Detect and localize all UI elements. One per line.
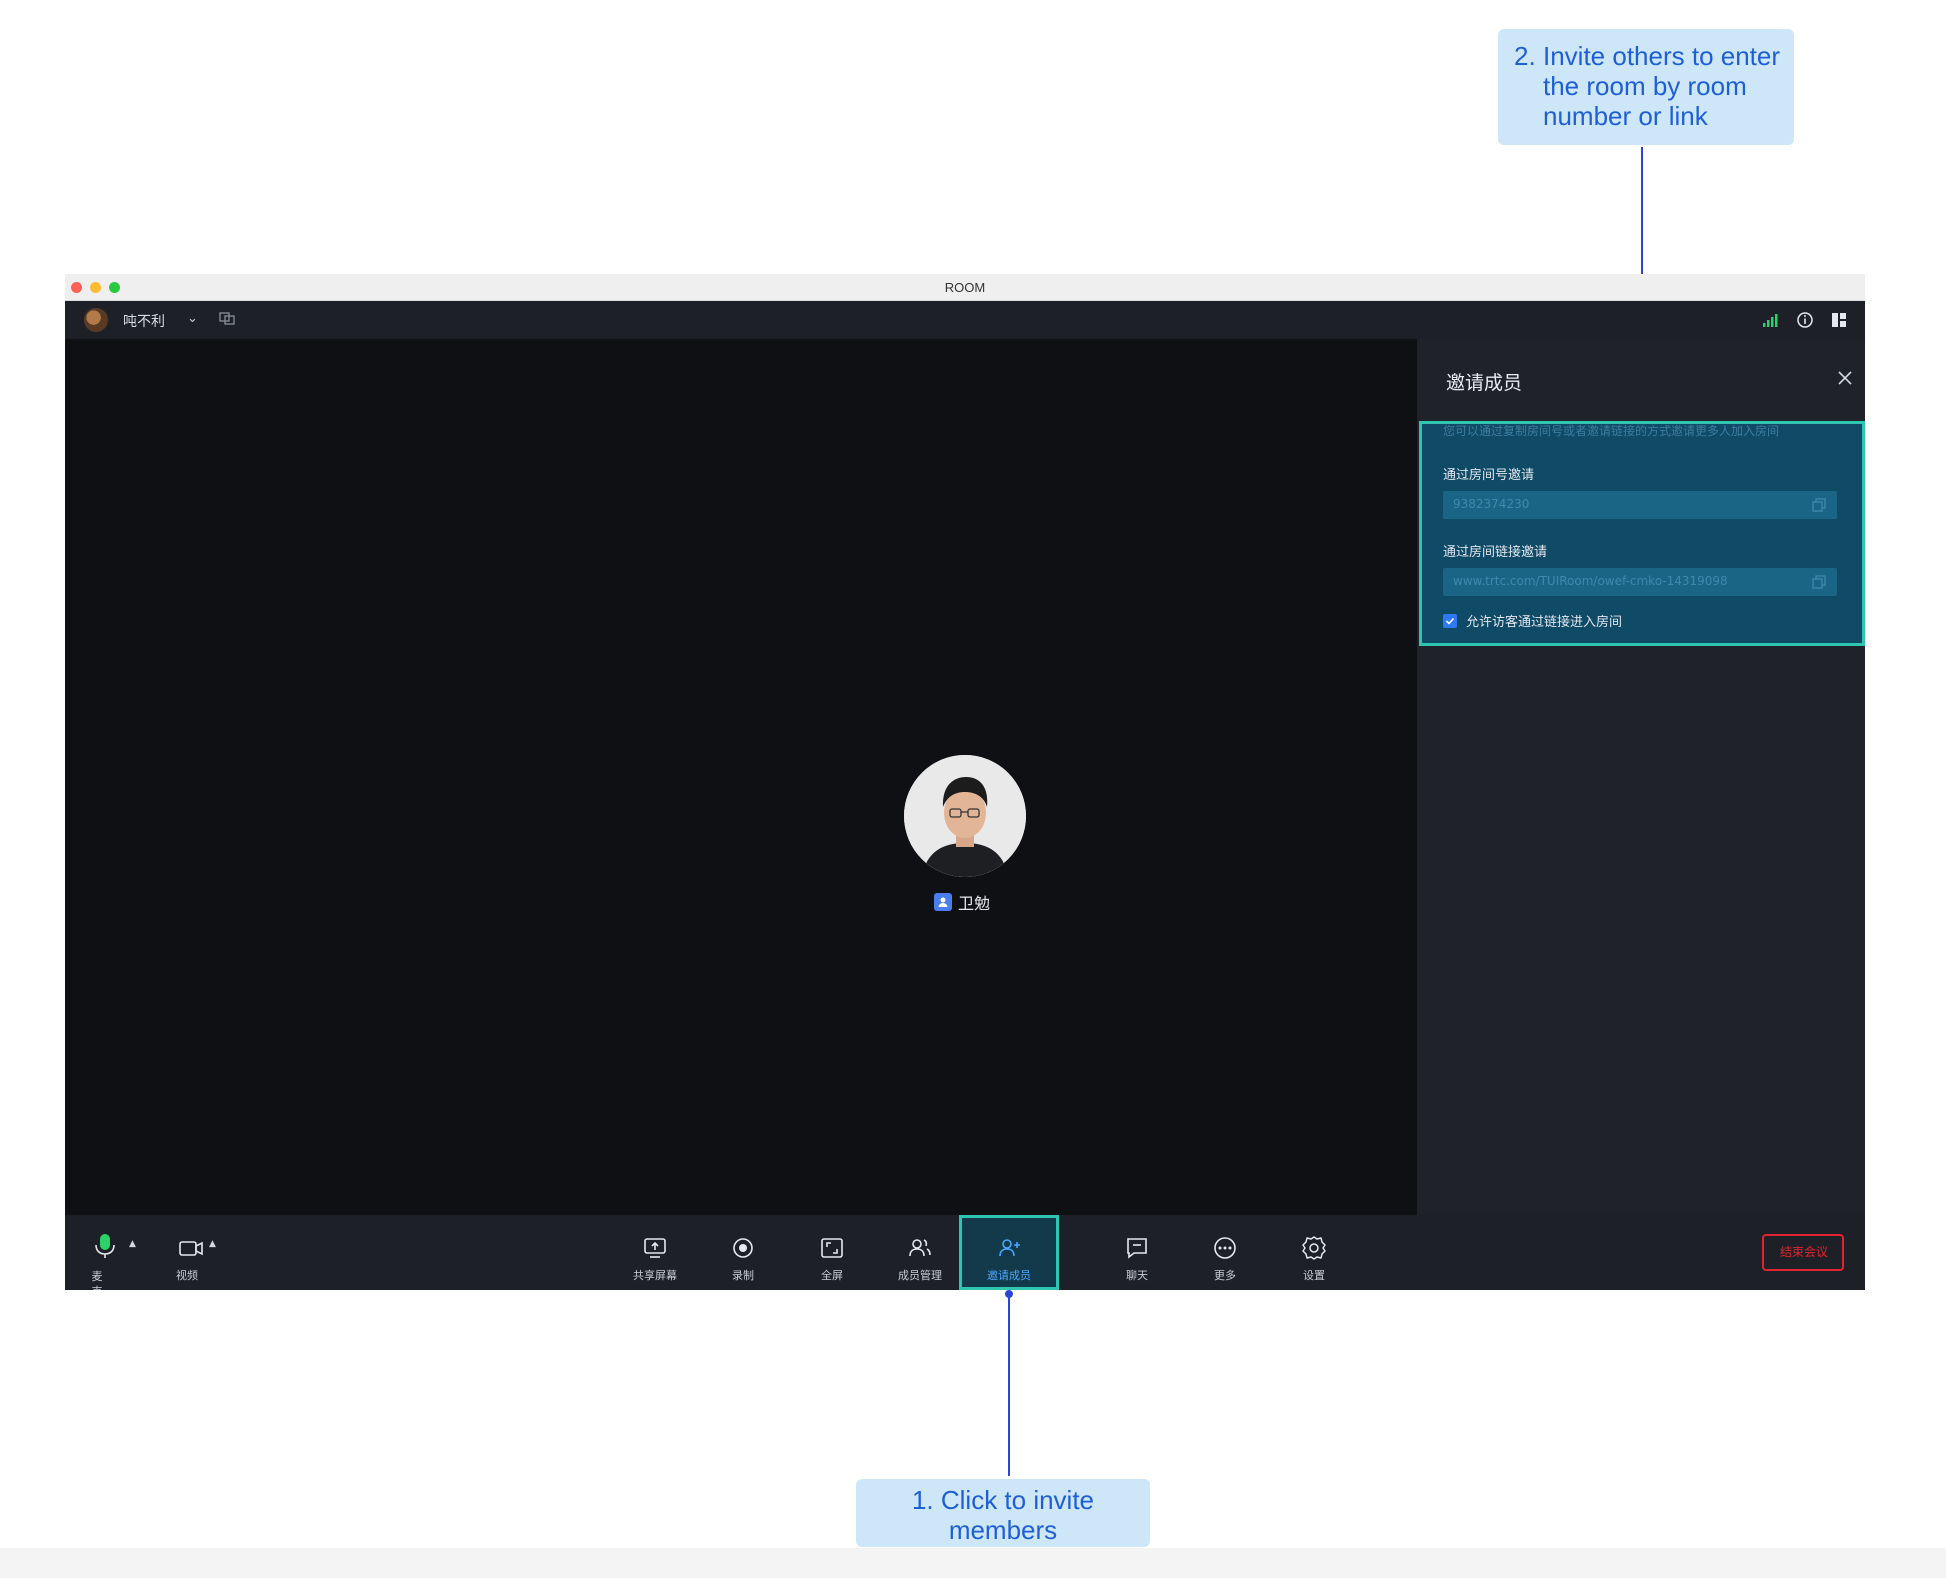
invite-description: 您可以通过复制房间号或者邀请链接的方式邀请更多人加入房间 — [1443, 424, 1780, 438]
footer-strip — [0, 1548, 1946, 1578]
room-number-value: 9382374230 — [1453, 497, 1530, 511]
leader-line-bottom — [1008, 1294, 1010, 1476]
members-icon — [909, 1239, 931, 1257]
user-icon — [934, 893, 952, 911]
grid-layout-icon[interactable] — [1830, 311, 1848, 329]
bottom-toolbar: ▲ 麦克风 ▲ 视频 共享屏幕 — [65, 1215, 1865, 1290]
tutorial-canvas: 2. Invite others to enter the room by ro… — [0, 0, 1946, 1578]
video-options-caret[interactable]: ▲ — [209, 1239, 216, 1249]
more-icon — [1214, 1237, 1236, 1259]
allow-guest-row[interactable]: 允许访客通过链接进入房间 — [1443, 611, 1622, 630]
window-titlebar: ROOM — [65, 274, 1865, 301]
callout-number: 2. — [1514, 41, 1536, 71]
signal-strength-icon[interactable] — [1761, 311, 1779, 329]
panel-title: 邀请成员 — [1446, 372, 1523, 394]
chat-icon — [1127, 1238, 1147, 1259]
end-meeting-button[interactable]: 结束会议 — [1762, 1234, 1844, 1271]
user-avatar[interactable] — [84, 308, 108, 332]
video-label: 视频 — [176, 1269, 198, 1282]
app-window: ROOM 吨不利 ⌄ 卫勉 邀请成员 您可以通过复制房间号或者邀请链接的方式邀请… — [65, 274, 1865, 1290]
room-link-value: www.trtc.com/TUIRoom/owef-cmko-14319098 — [1453, 574, 1728, 588]
video-button[interactable]: ▲ 视频 — [155, 1215, 235, 1290]
participant-name-label: 卫勉 — [934, 891, 990, 913]
info-icon[interactable] — [1796, 311, 1814, 329]
room-link-label: 通过房间链接邀请 — [1443, 545, 1548, 560]
person-photo — [904, 755, 1026, 877]
allow-guest-label: 允许访客通过链接进入房间 — [1466, 615, 1623, 630]
video-area: 卫勉 — [65, 339, 1417, 1215]
copy-icon[interactable] — [1811, 574, 1827, 590]
mic-options-caret[interactable]: ▲ — [129, 1239, 136, 1249]
settings-label: 设置 — [1303, 1269, 1325, 1282]
callout-invite-by-room: 2. Invite others to enter the room by ro… — [1498, 29, 1794, 145]
end-meeting-label: 结束会议 — [1780, 1245, 1829, 1259]
fullscreen-label: 全屏 — [821, 1269, 843, 1282]
close-icon[interactable] — [1837, 370, 1853, 386]
share-screen-button[interactable]: 共享屏幕 — [615, 1215, 695, 1290]
gear-icon — [1302, 1236, 1326, 1260]
copy-icon[interactable] — [1811, 497, 1827, 513]
members-label: 成员管理 — [898, 1269, 942, 1282]
room-number-label: 通过房间号邀请 — [1443, 468, 1535, 483]
layout-switch-icon[interactable] — [219, 311, 235, 325]
record-label: 录制 — [732, 1269, 754, 1282]
fullscreen-button[interactable]: 全屏 — [792, 1215, 872, 1290]
room-number-field[interactable]: 9382374230 — [1443, 491, 1837, 519]
callout-click-invite: 1. Click to invite members — [856, 1479, 1150, 1547]
user-name[interactable]: 吨不利 — [123, 311, 165, 331]
record-button[interactable]: 录制 — [703, 1215, 783, 1290]
camera-icon — [179, 1241, 203, 1256]
mic-button[interactable]: ▲ 麦克风 — [65, 1215, 145, 1290]
allow-guest-checkbox[interactable] — [1443, 613, 1457, 628]
room-link-field[interactable]: www.trtc.com/TUIRoom/owef-cmko-14319098 — [1443, 568, 1837, 596]
participant-name: 卫勉 — [958, 894, 991, 913]
invite-members-button[interactable]: 邀请成员 — [959, 1215, 1059, 1290]
add-user-icon — [999, 1239, 1020, 1257]
microphone-icon — [95, 1234, 115, 1258]
chevron-down-icon[interactable]: ⌄ — [187, 311, 198, 326]
chat-button[interactable]: 聊天 — [1097, 1215, 1177, 1290]
mic-label: 麦克风 — [91, 1270, 103, 1290]
more-button[interactable]: 更多 — [1185, 1215, 1265, 1290]
window-title: ROOM — [944, 280, 986, 295]
invite-members-label: 邀请成员 — [987, 1269, 1031, 1282]
more-label: 更多 — [1214, 1269, 1236, 1282]
share-screen-icon — [644, 1238, 666, 1258]
participant-avatar — [904, 755, 1026, 877]
settings-button[interactable]: 设置 — [1274, 1215, 1354, 1290]
top-bar: 吨不利 ⌄ — [65, 301, 1865, 339]
chat-label: 聊天 — [1126, 1269, 1148, 1282]
members-button[interactable]: 成员管理 — [880, 1215, 960, 1290]
fullscreen-icon — [821, 1238, 843, 1258]
share-screen-label: 共享屏幕 — [633, 1269, 677, 1282]
callout-text: Invite others to enter the room by room … — [1543, 41, 1781, 131]
invite-panel: 邀请成员 您可以通过复制房间号或者邀请链接的方式邀请更多人加入房间 通过房间号邀… — [1417, 339, 1865, 1215]
record-icon — [733, 1238, 753, 1258]
